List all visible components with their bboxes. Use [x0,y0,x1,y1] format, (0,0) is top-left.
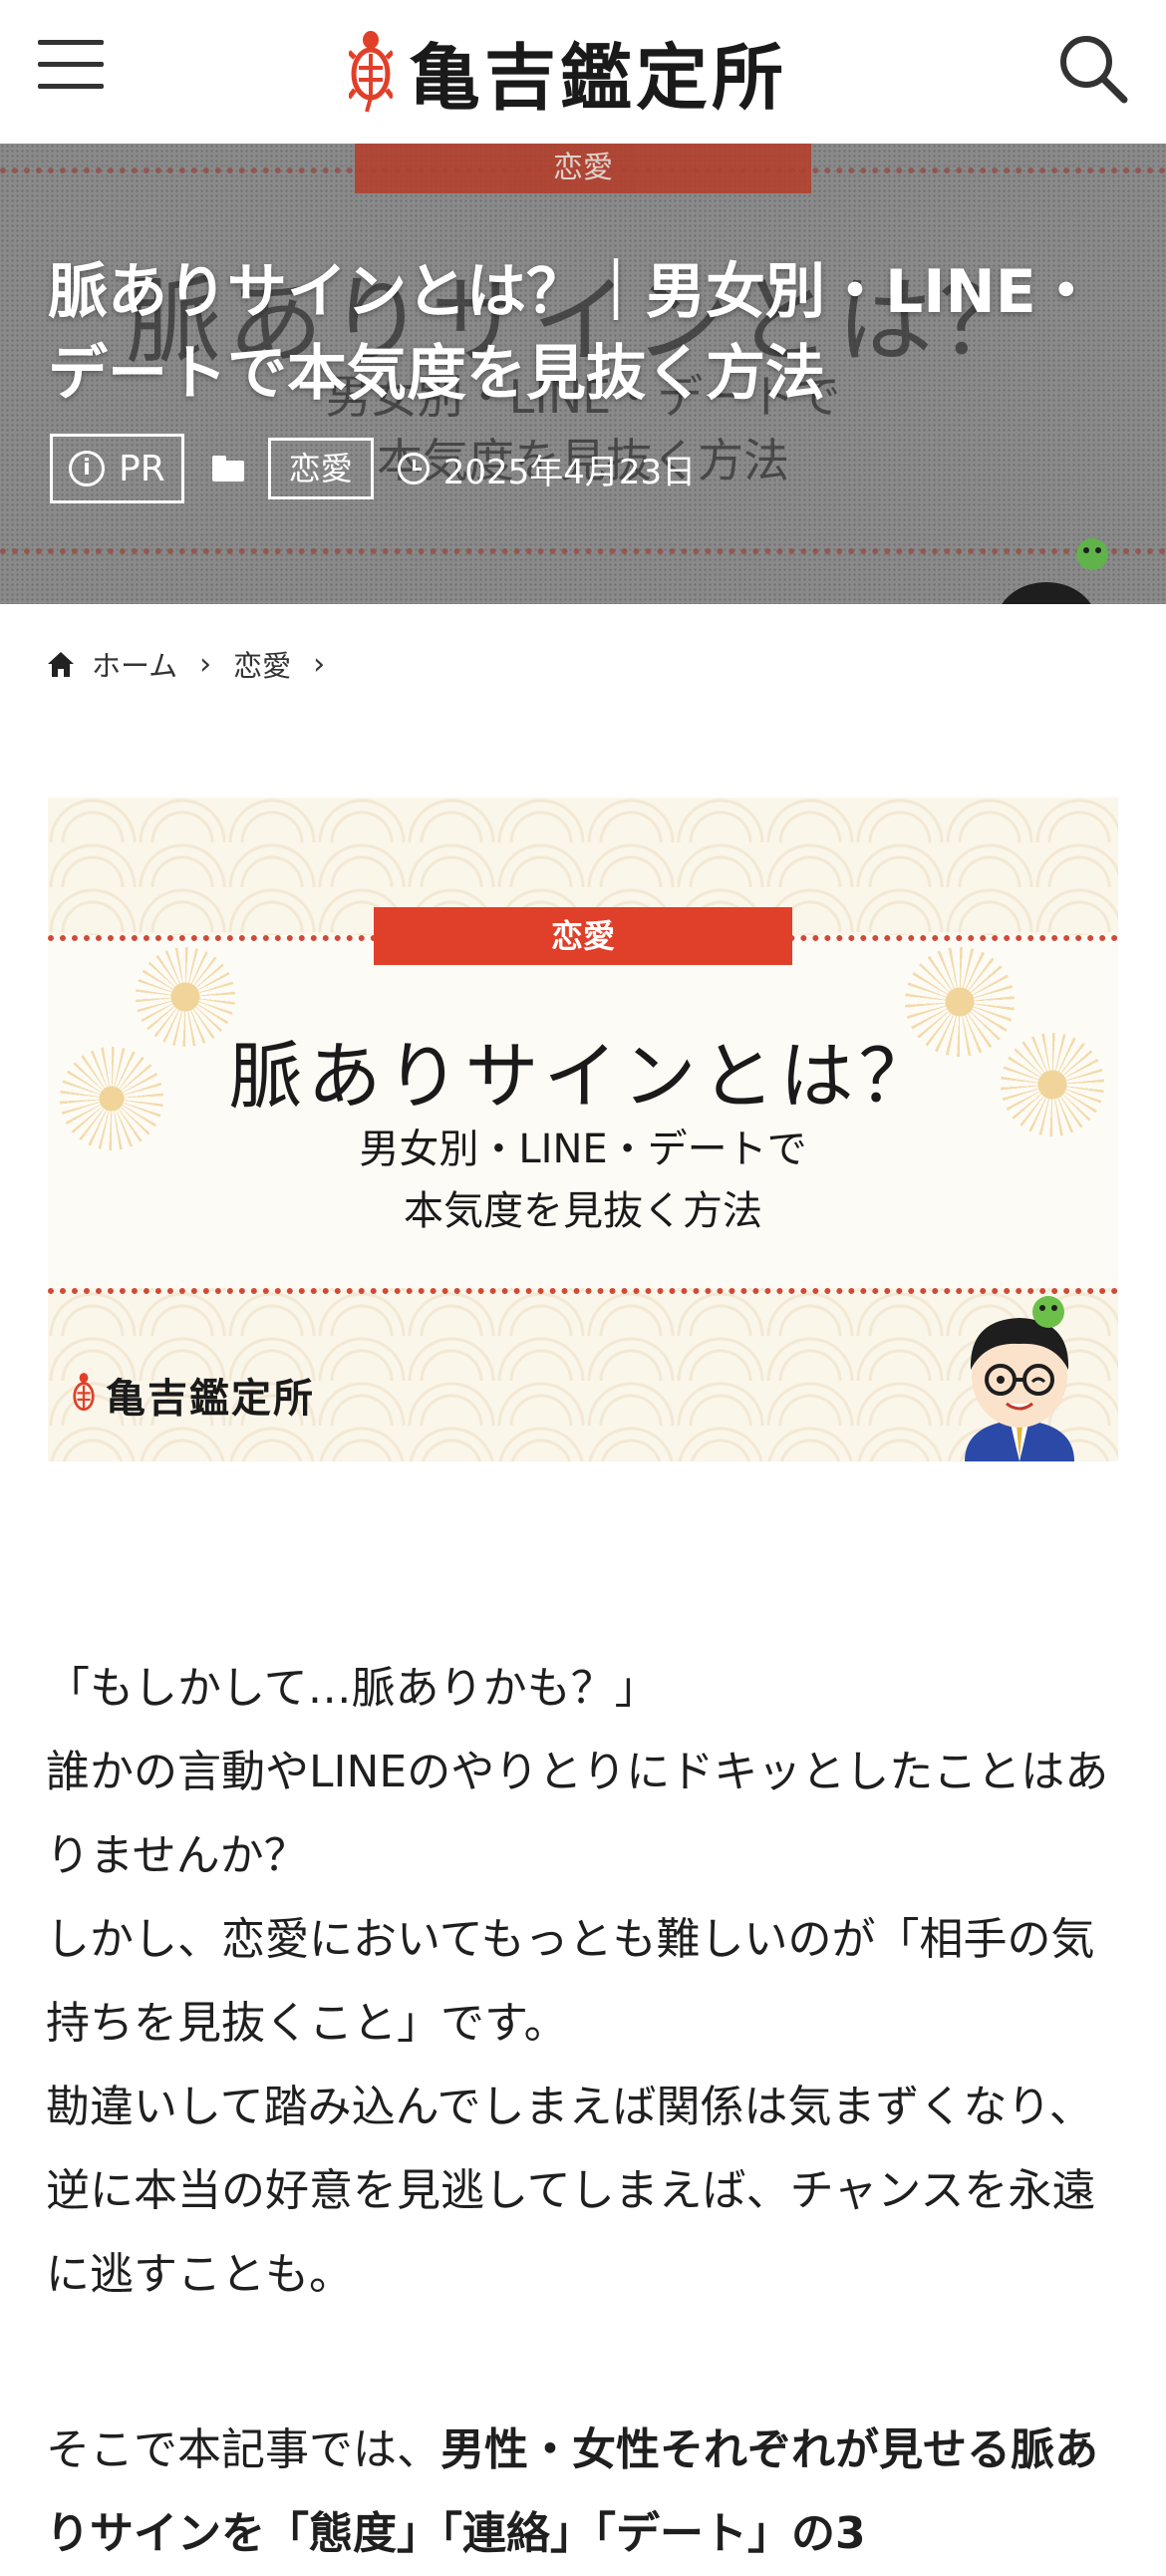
search-icon[interactable] [1058,34,1128,104]
article-body: 「もしかして…脈ありかも？」 誰かの言動やLINEのやりとりにドキッとしたことは… [46,1647,1122,2576]
hero-dotted-line-bottom [0,548,1166,554]
feature-title: 脈ありサインとは？ [228,1034,938,1120]
hero-category-band: 恋愛 [355,144,811,193]
chevron-right-icon: › [313,646,326,682]
folder-icon [211,456,244,482]
chevron-right-icon: › [199,646,212,682]
breadcrumb-category-link[interactable]: 恋愛 [233,643,291,685]
article-paragraph: そこで本記事では、男性・女性それぞれが見せる脈ありサインを「態度」「連絡」「デー… [46,2409,1122,2576]
feature-subtitle-1: 男女別・LINE・デートで [359,1127,807,1172]
featured-image: 恋愛 脈ありサインとは？ 男女別・LINE・デートで 本気度を見抜く方法 亀吉鑑… [48,798,1118,1461]
turtle-logo-icon [349,31,393,113]
feature-logo: 亀吉鑑定所 [72,1366,315,1424]
article-paragraph: 「もしかして…脈ありかも？」 [46,1663,659,1714]
site-header: 亀吉鑑定所 [0,0,1166,144]
article-paragraph: しかし、恋愛においてもっとも難しいのが「相手の気持ちを見抜くこと」です。 [46,1914,1095,2049]
article-meta: i PR 恋愛 2025年4月23日 [50,433,696,504]
feature-category-band: 恋愛 [374,907,792,965]
pr-badge[interactable]: i PR [50,434,184,503]
logo-text: 亀吉鑑定所 [409,35,788,120]
article-paragraph: 勘違いして踏み込んでしまえば関係は気まずくなり、逆に本当の好意を見逃してしまえば… [46,2082,1096,2300]
turtle-logo-icon [73,1373,95,1412]
feature-logo-text: 亀吉鑑定所 [106,1376,315,1422]
hero-banner: 恋愛 脈ありサインとは？ 男女別・LINE・デートで 本気度を見抜く方法 脈あり… [0,144,1166,604]
character-illustration-icon [965,1296,1074,1461]
hamburger-menu-icon[interactable] [38,40,108,92]
article-title: 脈ありサインとは？｜男女別・LINE・デートで本気度を見抜く方法 [48,257,1096,409]
home-icon [48,652,74,677]
breadcrumb-home-link[interactable]: ホーム [92,643,177,685]
publish-date: 2025年4月23日 [442,452,697,492]
pr-label: PR [119,448,165,489]
article-text: そこで本記事では、 [46,2424,440,2475]
breadcrumb: ホーム › 恋愛 › [46,638,347,690]
article-paragraph: 誰かの言動やLINEのやりとりにドキッとしたことはありませんか？ [46,1747,1109,1881]
category-badge[interactable]: 恋愛 [267,438,374,499]
info-icon: i [69,451,105,486]
feature-subtitle-2: 本気度を見抜く方法 [404,1188,762,1234]
clock-icon [397,453,430,484]
character-illustration-icon [1002,538,1108,604]
site-logo[interactable]: 亀吉鑑定所 [349,26,787,120]
